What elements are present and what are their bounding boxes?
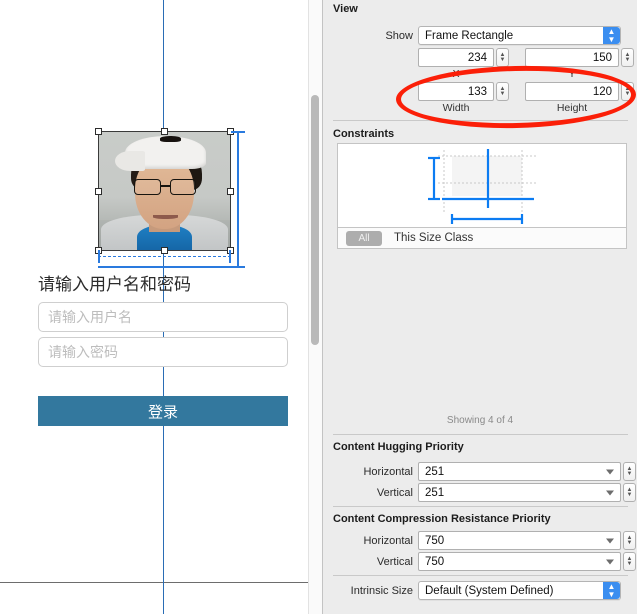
size-inspector-panel: View Show Frame Rectangle ▲ ▼ 234 ▲ ▼ X 15… (322, 0, 637, 614)
view-section-title: View (333, 3, 358, 15)
chevron-down-icon (606, 559, 614, 564)
compression-section-divider (333, 575, 628, 576)
height-label: Height (556, 102, 588, 114)
username-placeholder: 请输入用户名 (48, 310, 132, 326)
hugging-horizontal-stepper[interactable]: ▲ ▼ (623, 462, 636, 481)
canvas-scrollbar-track[interactable] (308, 0, 322, 614)
show-popup-value: Frame Rectangle (425, 29, 514, 42)
width-field[interactable]: 133 (418, 82, 494, 101)
height-stepper[interactable]: ▲ ▼ (621, 82, 634, 101)
chevron-updown-icon: ▲ ▼ (603, 27, 620, 44)
hugging-vertical-value: 251 (425, 486, 445, 499)
compression-section-title: Content Compression Resistance Priority (333, 513, 551, 525)
login-button[interactable]: 登录 (38, 396, 288, 426)
selection-handle-middle-left[interactable] (95, 188, 102, 195)
compression-vertical-combo[interactable]: 750 (418, 552, 621, 571)
username-textfield[interactable]: 请输入用户名 (38, 302, 288, 332)
y-value: 150 (592, 51, 612, 64)
constraints-section-divider (333, 434, 628, 435)
size-class-label: This Size Class (394, 232, 474, 244)
x-field[interactable]: 234 (418, 48, 494, 67)
login-button-label: 登录 (147, 402, 178, 421)
selection-handle-top-center[interactable] (161, 128, 168, 135)
chevron-down-icon (606, 538, 614, 543)
width-constraint-dashed-line[interactable] (98, 256, 231, 257)
x-label: X (452, 68, 460, 80)
view-section-divider (333, 120, 628, 121)
intrinsic-size-label: Intrinsic Size (350, 585, 413, 597)
photo-cap-brim (115, 151, 145, 171)
canvas-inner: 请输入用户名和密码 请输入用户名 请输入密码 登录 (0, 0, 309, 614)
hugging-horizontal-value: 251 (425, 465, 445, 478)
hugging-horizontal-combo[interactable]: 251 (418, 462, 621, 481)
portrait-photo (98, 131, 231, 251)
size-class-row[interactable]: All This Size Class (337, 228, 627, 249)
hugging-vertical-label: Vertical (376, 487, 413, 499)
width-stepper[interactable]: ▲ ▼ (496, 82, 509, 101)
constraints-diagram[interactable] (337, 143, 627, 228)
size-class-all-badge[interactable]: All (346, 230, 382, 246)
width-label: Width (442, 102, 470, 114)
chevron-down-icon (606, 490, 614, 495)
y-label: Y (568, 68, 576, 80)
width-constraint-cap-left (98, 250, 100, 263)
hugging-vertical-combo[interactable]: 251 (418, 483, 621, 502)
xcode-interface-builder-window: 请输入用户名和密码 请输入用户名 请输入密码 登录 View Show Fram… (0, 0, 637, 614)
compression-horizontal-label: Horizontal (363, 535, 413, 547)
compression-horizontal-value: 750 (425, 534, 445, 547)
hugging-section-divider (333, 506, 628, 507)
storyboard-canvas[interactable]: 请输入用户名和密码 请输入用户名 请输入密码 登录 (0, 0, 322, 614)
hugging-section-title: Content Hugging Priority (333, 441, 464, 453)
glasses-bridge (160, 184, 170, 187)
compression-vertical-label: Vertical (376, 556, 413, 568)
intrinsic-size-popup[interactable]: Default (System Defined) ▲ ▼ (418, 581, 621, 600)
hugging-horizontal-label: Horizontal (363, 466, 413, 478)
width-value: 133 (467, 85, 487, 98)
password-textfield[interactable]: 请输入密码 (38, 337, 288, 367)
constraints-section-title: Constraints (333, 128, 395, 140)
selection-handle-top-left[interactable] (95, 128, 102, 135)
compression-vertical-value: 750 (425, 555, 445, 568)
hugging-vertical-stepper[interactable]: ▲ ▼ (623, 483, 636, 502)
show-row-label: Show (385, 30, 413, 42)
constraints-showing-count: Showing 4 of 4 (446, 415, 514, 426)
compression-vertical-stepper[interactable]: ▲ ▼ (623, 552, 636, 571)
bottom-space-constraint-line[interactable] (98, 266, 240, 268)
photo-cap-patch (160, 136, 182, 143)
image-view[interactable] (98, 131, 231, 251)
height-field[interactable]: 120 (525, 82, 619, 101)
photo-glasses (133, 179, 197, 195)
chevron-down-icon (606, 469, 614, 474)
width-constraint-cap-right (229, 250, 231, 263)
compression-horizontal-combo[interactable]: 750 (418, 531, 621, 550)
selection-handle-middle-right[interactable] (227, 188, 234, 195)
y-stepper[interactable]: ▲ ▼ (621, 48, 634, 67)
x-value: 234 (467, 51, 487, 64)
password-placeholder: 请输入密码 (48, 345, 118, 361)
height-constraint-line[interactable] (237, 131, 239, 267)
x-stepper[interactable]: ▲ ▼ (496, 48, 509, 67)
y-field[interactable]: 150 (525, 48, 619, 67)
compression-horizontal-stepper[interactable]: ▲ ▼ (623, 531, 636, 550)
canvas-scrollbar-thumb[interactable] (311, 95, 319, 345)
glasses-lens-left (133, 179, 161, 195)
photo-mouth (152, 215, 178, 219)
screen-title-label: 请输入用户名和密码 (38, 275, 191, 295)
height-value: 120 (592, 85, 612, 98)
glasses-lens-right (169, 179, 197, 195)
show-popup-button[interactable]: Frame Rectangle ▲ ▼ (418, 26, 621, 45)
intrinsic-size-value: Default (System Defined) (425, 584, 554, 597)
height-constraint-cap-top (231, 131, 245, 133)
chevron-updown-icon: ▲ ▼ (603, 582, 620, 599)
constraints-diagram-svg (428, 149, 538, 224)
selection-handle-bottom-center[interactable] (161, 247, 168, 254)
